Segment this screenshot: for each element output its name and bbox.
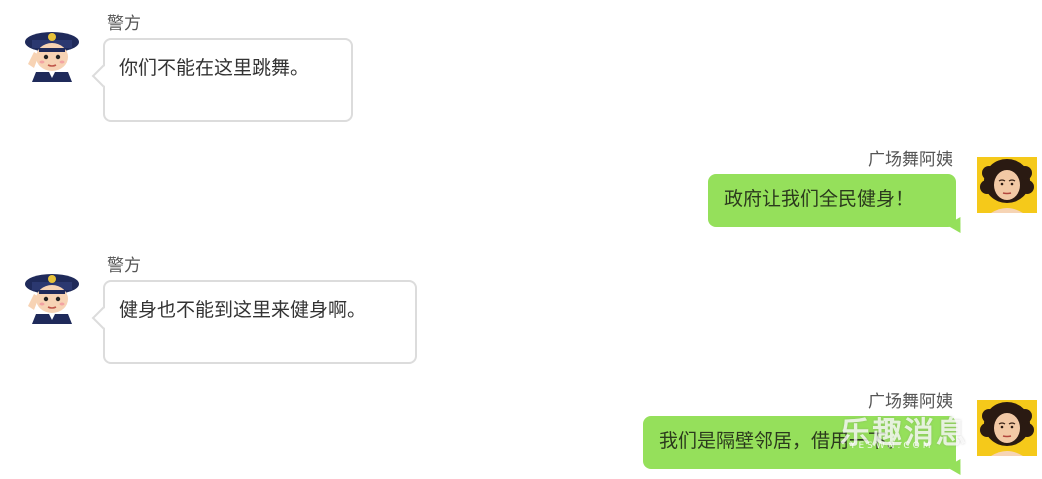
message-text: 政府让我们全民健身！ [724,188,915,210]
message-text: 健身也不能到这里来健身啊。 [119,299,367,321]
message-bubble[interactable]: 政府让我们全民健身！ [708,174,968,238]
message-bubble[interactable]: 你们不能在这里跳舞。 [91,38,353,122]
sender-name: 广场舞阿姨 [868,150,953,170]
auntie-avatar-icon[interactable] [977,400,1037,456]
sender-name: 警方 [107,256,141,276]
message-row: 警方 你们不能在这里跳舞。 [0,0,1042,130]
message-text: 你们不能在这里跳舞。 [119,57,310,79]
watermark-url: YESWN.COM [850,441,934,451]
bubble-tail [91,306,115,330]
bubble-tail [946,216,968,238]
police-officer-icon[interactable] [22,22,82,82]
message-bubble[interactable]: 健身也不能到这里来健身啊。 [91,280,417,364]
message-row: 广场舞阿姨 政府让我们全民健身！ [0,130,1042,240]
message-row: 警方 健身也不能到这里来健身啊。 [0,240,1042,370]
police-officer-icon[interactable] [22,264,82,324]
bubble-tail [91,64,115,88]
bubble-tail [946,458,968,479]
sender-name: 警方 [107,14,141,34]
auntie-avatar-icon[interactable] [977,157,1037,213]
